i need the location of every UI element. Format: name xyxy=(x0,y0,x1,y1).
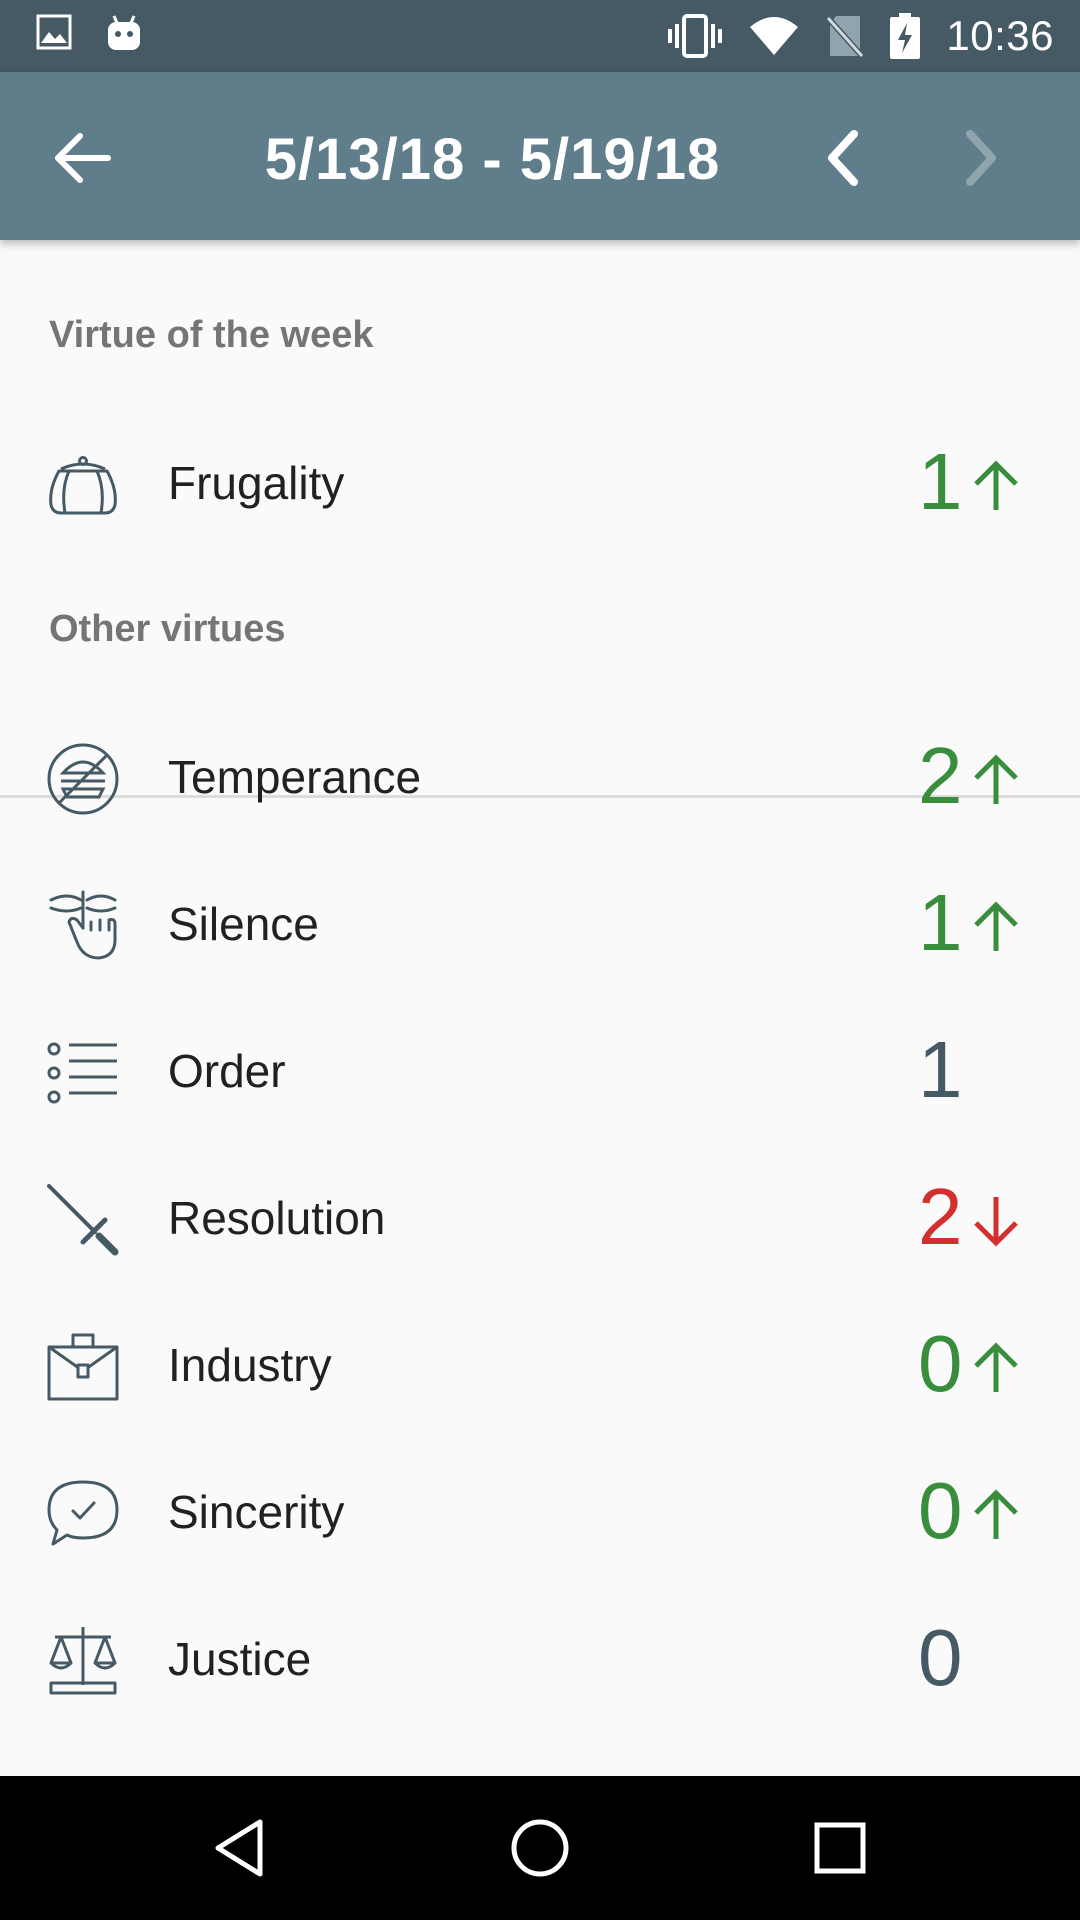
section-header-other: Other virtues xyxy=(49,608,286,650)
virtue-score: 1 xyxy=(918,878,963,967)
wifi-icon xyxy=(750,17,799,55)
scales-icon xyxy=(49,1627,117,1695)
nav-home-icon xyxy=(511,1819,569,1877)
nav-recents-icon xyxy=(814,1822,866,1874)
hush-hand-icon xyxy=(49,890,117,960)
virtue-score: 1 xyxy=(918,1025,963,1114)
virtue-score: 0 xyxy=(918,1319,963,1408)
sword-icon xyxy=(47,1184,119,1256)
battery-charging-icon xyxy=(890,13,921,59)
virtue-list-content[interactable]: Virtue of the week Frugality 1 Other vir… xyxy=(0,240,1080,1776)
list-icon xyxy=(47,1042,117,1104)
virtue-name: Resolution xyxy=(168,1192,386,1244)
speech-check-icon xyxy=(47,1480,119,1546)
trend-up-icon xyxy=(974,1342,1018,1392)
virtue-name: Silence xyxy=(168,898,319,950)
virtue-score: 0 xyxy=(918,1613,963,1702)
virtue-score: 1 xyxy=(918,437,963,526)
no-food-icon xyxy=(47,743,119,815)
virtue-row-resolution[interactable]: Resolution 2 xyxy=(0,1145,1080,1292)
nav-back-icon xyxy=(215,1819,263,1877)
chevron-right-icon xyxy=(966,130,996,186)
virtue-name: Sincerity xyxy=(168,1486,345,1538)
chevron-left-icon xyxy=(828,130,858,186)
nav-back-button[interactable] xyxy=(208,1816,272,1880)
virtue-row-silence[interactable]: Silence 1 xyxy=(0,851,1080,998)
trend-down-icon xyxy=(974,1197,1018,1247)
no-sim-icon xyxy=(826,15,865,58)
status-bar: 10:36 xyxy=(0,0,1080,72)
virtue-name: Order xyxy=(168,1045,286,1097)
nav-home-button[interactable] xyxy=(508,1816,572,1880)
system-navigation-bar xyxy=(0,1776,1080,1920)
purse-icon xyxy=(49,456,117,515)
virtue-row-temperance[interactable]: Temperance 2 xyxy=(0,704,1080,851)
virtue-name: Industry xyxy=(168,1339,332,1391)
virtue-name: Justice xyxy=(168,1633,312,1685)
virtue-row-justice[interactable]: Justice 0 xyxy=(0,1586,1080,1733)
nav-recents-button[interactable] xyxy=(808,1816,872,1880)
virtue-name: Temperance xyxy=(168,751,422,803)
section-header-week: Virtue of the week xyxy=(49,314,374,356)
virtue-row-industry[interactable]: Industry 0 xyxy=(0,1292,1080,1439)
virtue-row-sincerity[interactable]: Sincerity 0 xyxy=(0,1439,1080,1586)
virtue-row-frugality[interactable]: Frugality 1 xyxy=(0,410,1080,557)
trend-up-icon xyxy=(974,460,1018,510)
virtue-score: 2 xyxy=(918,1172,963,1261)
virtue-row-order[interactable]: Order 1 xyxy=(0,998,1080,1145)
android-icon xyxy=(108,15,140,50)
virtue-score: 0 xyxy=(918,1466,963,1555)
gallery-icon xyxy=(36,14,72,50)
next-week-button[interactable] xyxy=(940,120,1016,196)
status-time: 10:36 xyxy=(946,12,1054,59)
app-bar: 5/13/18 - 5/19/18 xyxy=(0,72,1080,240)
trend-up-icon xyxy=(974,1489,1018,1539)
virtue-name: Frugality xyxy=(168,457,345,509)
vibrate-icon xyxy=(668,14,723,58)
previous-week-button[interactable] xyxy=(808,120,884,196)
trend-up-icon xyxy=(974,901,1018,951)
virtue-score: 2 xyxy=(918,731,963,820)
briefcase-icon xyxy=(47,1333,119,1401)
trend-up-icon xyxy=(974,754,1018,804)
